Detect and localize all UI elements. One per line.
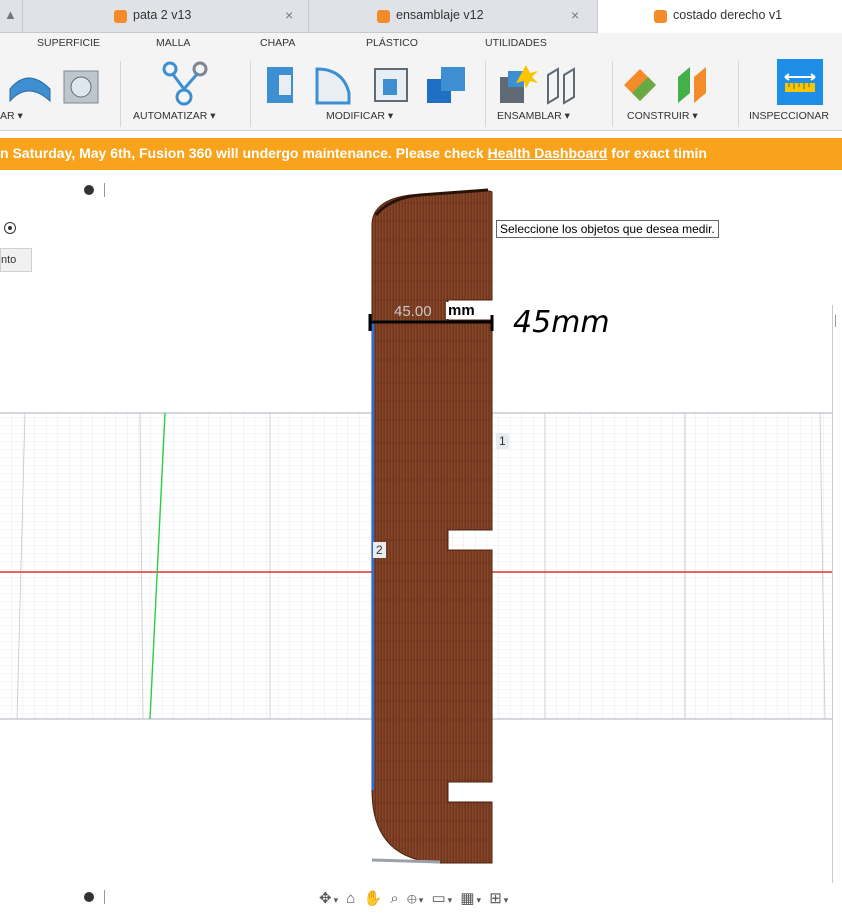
orbit-icon[interactable]: ✥ (319, 890, 334, 907)
measure-icon (784, 73, 816, 92)
viewports-icon[interactable]: ⊞ (489, 890, 504, 907)
tab-costado-derecho[interactable]: costado derecho v1 (598, 0, 842, 33)
tab-ensamblaje[interactable]: ensamblaje v12 × (309, 0, 598, 32)
create-menu[interactable]: AR ▾ (0, 110, 23, 122)
banner-text: n Saturday, May 6th, Fusion 360 will und… (0, 145, 707, 161)
radio-option[interactable] (0, 219, 28, 239)
wooden-side-panel[interactable] (371, 188, 493, 864)
design-canvas: 45mm (0, 188, 842, 864)
banner-text-end: for exact timin (607, 145, 707, 161)
panel-resize-handle[interactable] (104, 183, 105, 197)
banner-text-start: n Saturday, May 6th, Fusion 360 will und… (0, 145, 488, 161)
ribbon-tab-utilidades[interactable]: UTILIDADES (485, 37, 547, 49)
ribbon-tab-chapa[interactable]: CHAPA (260, 37, 295, 49)
measure-value: 45.00 (394, 303, 432, 320)
canvas-viewport[interactable]: 45mm 45.00 mm 1 2 Seleccione los objetos… (0, 170, 842, 883)
ribbon-tab-superficie[interactable]: SUPERFICIE (37, 37, 100, 49)
handwritten-annotation: 45mm (513, 305, 610, 340)
zoom-window-icon[interactable]: ⊕ (407, 890, 419, 907)
grid-settings-icon[interactable]: ▦ (460, 890, 476, 907)
design-cube-icon (114, 10, 127, 23)
fillet-icon[interactable] (315, 67, 351, 105)
construct-tools (624, 67, 706, 103)
design-cube-icon (377, 10, 390, 23)
modify-tools (267, 67, 465, 105)
create-tools (9, 70, 99, 104)
home-tab[interactable]: ▲ (0, 0, 23, 32)
document-tab-bar: ▲ pata 2 v13 × ensamblaje v12 × costado … (0, 0, 842, 33)
navigation-bar: ✥▾ ⌂ ✋ ⌕ ⊕▾ ▭▾ ▦▾ ⊞▾ (0, 883, 842, 917)
panel-toggle-icon[interactable] (84, 185, 94, 195)
joint-icon[interactable] (547, 67, 575, 105)
tab-label: ensamblaje v12 (396, 8, 484, 22)
maintenance-banner: n Saturday, May 6th, Fusion 360 will und… (0, 138, 842, 170)
right-side-panel[interactable] (832, 305, 842, 883)
midplane-icon[interactable] (678, 67, 706, 103)
tab-label: costado derecho v1 (673, 8, 783, 22)
close-icon[interactable]: × (571, 7, 579, 23)
home-icon: ▲ (4, 7, 17, 22)
new-component-icon[interactable] (500, 65, 538, 103)
offset-plane-icon[interactable] (624, 69, 656, 101)
zoom-icon[interactable]: ⌕ (390, 890, 400, 907)
browser-panel-header (0, 182, 112, 206)
marker-1[interactable]: 1 (496, 433, 509, 449)
construct-menu[interactable]: CONSTRUIR ▾ (627, 110, 698, 122)
measure-unit: mm (446, 302, 477, 319)
assemble-tools (500, 65, 575, 105)
display-settings-icon[interactable]: ▭ (431, 890, 447, 907)
measure-button[interactable] (777, 59, 823, 105)
design-cube-icon (654, 10, 667, 23)
ribbon-tab-plastico[interactable]: PLÁSTICO (366, 37, 418, 49)
marker-2[interactable]: 2 (373, 542, 386, 558)
tab-pata-2[interactable]: pata 2 v13 × (23, 0, 309, 32)
snap-option-button[interactable]: nto (0, 248, 32, 272)
assemble-menu[interactable]: ENSAMBLAR ▾ (497, 110, 570, 122)
ribbon-tab-malla[interactable]: MALLA (156, 37, 190, 49)
pan-icon[interactable]: ✋ (364, 890, 385, 907)
box-icon[interactable] (63, 70, 99, 104)
look-at-icon[interactable]: ⌂ (346, 890, 357, 907)
measure-tooltip: Seleccione los objetos que desea medir. (496, 220, 719, 238)
combine-icon[interactable] (427, 67, 465, 103)
sweep-icon[interactable] (9, 77, 51, 103)
panel-resize-handle[interactable] (104, 890, 105, 904)
view-controls: ✥▾ ⌂ ✋ ⌕ ⊕▾ ▭▾ ▦▾ ⊞▾ (319, 890, 511, 907)
close-icon[interactable]: × (285, 7, 293, 23)
automate-icon[interactable] (160, 61, 210, 107)
tab-label: pata 2 v13 (133, 8, 192, 22)
shell-icon[interactable] (374, 68, 408, 102)
press-pull-icon[interactable] (267, 67, 293, 103)
handwritten-45mm: 45mm (513, 305, 610, 340)
health-dashboard-link[interactable]: Health Dashboard (488, 145, 608, 161)
snap-option-label: nto (1, 254, 17, 266)
modify-menu[interactable]: MODIFICAR ▾ (326, 110, 393, 122)
inspect-menu[interactable]: INSPECCIONAR (749, 110, 829, 122)
automate-menu[interactable]: AUTOMATIZAR ▾ (133, 110, 215, 122)
panel-toggle-icon[interactable] (84, 892, 94, 902)
toolbar-ribbon: SUPERFICIE MALLA CHAPA PLÁSTICO UTILIDAD… (0, 33, 842, 131)
